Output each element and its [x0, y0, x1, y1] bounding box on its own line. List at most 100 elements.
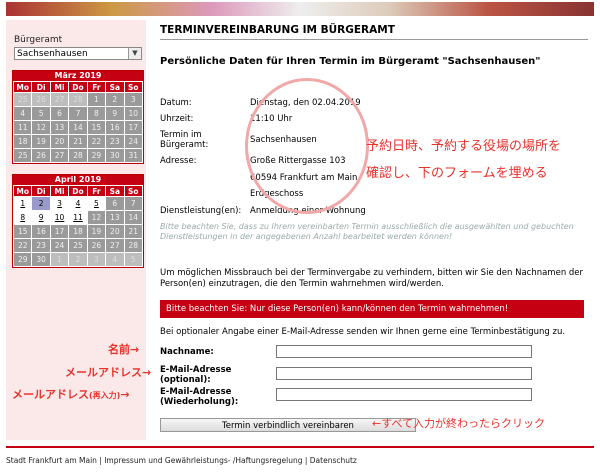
calendar-day-available[interactable]: 5: [86, 196, 107, 211]
calendar-day: 5: [31, 106, 51, 121]
header-banner-image: [6, 2, 594, 16]
calendar-day: 5: [123, 252, 144, 267]
calendar-day: 4: [12, 106, 33, 121]
calendar-day: 27: [49, 92, 70, 107]
dienstleistung-label: Dienstleistung(en):: [160, 206, 242, 216]
email-label-line2: (optional):: [160, 375, 211, 385]
annotation-email-repeat-sub: (再入力): [89, 391, 121, 400]
calendar-day: 31: [123, 148, 144, 163]
email-repeat-label-line1: E-Mail-Adresse: [160, 387, 232, 397]
day-header: Mi: [49, 81, 70, 93]
termin-label-line2: Bürgeramt:: [160, 140, 209, 150]
day-header: Fr: [86, 81, 107, 93]
calendar-day: 10: [123, 106, 144, 121]
calendar-april-grid: Mo Di Mi Do Fr Sa So 1 2 3 4 5 6 7 8 9 1…: [12, 185, 144, 267]
annotation-click: ←すべて入力が終わったらクリック: [372, 417, 546, 430]
calendar-day: 9: [105, 106, 125, 121]
calendar-day: 11: [12, 120, 33, 135]
day-header: Di: [31, 81, 51, 93]
calendar-day: 20: [105, 224, 125, 239]
day-header: Do: [68, 81, 88, 93]
calendar-day: 23: [31, 238, 51, 253]
day-header: Sa: [105, 81, 125, 93]
calendar-day-available[interactable]: 11: [68, 210, 88, 225]
calendar-day-available[interactable]: 4: [68, 196, 88, 211]
calendar-day: 15: [12, 224, 33, 239]
calendar-day: 17: [123, 120, 144, 135]
annotation-email-repeat: メールアドレス(再入力)→: [12, 386, 130, 402]
calendar-day-available[interactable]: 1: [12, 196, 33, 211]
calendar-day: 30: [31, 252, 51, 267]
calendar-day: 25: [12, 148, 33, 163]
day-header: Fr: [86, 185, 107, 197]
nachname-input[interactable]: [276, 345, 532, 358]
calendar-day: 21: [123, 224, 144, 239]
calendar-day: 30: [105, 148, 125, 163]
calendar-day: 3: [123, 92, 144, 107]
email-label-line1: E-Mail-Adresse: [160, 365, 232, 375]
calendar-day: 8: [86, 106, 107, 121]
calendar-day: 28: [123, 238, 144, 253]
calendar-day: 4: [105, 252, 125, 267]
title-divider: [160, 39, 588, 40]
annotation-email: メールアドレス→: [65, 366, 152, 379]
calendar-day-selected[interactable]: 2: [31, 196, 51, 211]
annotation-confirm-line2: 確認し、下のフォームを埋める: [366, 166, 548, 181]
day-header: So: [123, 81, 144, 93]
calendar-day: 13: [105, 210, 125, 225]
calendar-day-available[interactable]: 10: [49, 210, 70, 225]
email-input[interactable]: [276, 367, 532, 380]
calendar-day: 12: [86, 210, 107, 225]
day-header: Sa: [105, 185, 125, 197]
calendar-day: 29: [12, 252, 33, 267]
calendar-day-available[interactable]: 9: [31, 210, 51, 225]
day-header: Mo: [12, 185, 33, 197]
calendar-day: 19: [86, 224, 107, 239]
day-header: So: [123, 185, 144, 197]
buergeramt-select[interactable]: Sachsenhausen ▼: [14, 47, 142, 60]
calendar-day: 15: [86, 120, 107, 135]
buergeramt-label: Bürgeramt: [14, 35, 63, 45]
calendar-day: 18: [68, 224, 88, 239]
calendar-day: 7: [68, 106, 88, 121]
adresse-label: Adresse:: [160, 156, 197, 166]
annotation-email-repeat-main: メールアドレス: [12, 388, 89, 401]
email-repeat-input[interactable]: [276, 388, 532, 401]
calendar-day: 19: [31, 134, 51, 149]
footer-divider: [6, 446, 594, 448]
page-frame: Bürgeramt Sachsenhausen ▼ März 2019 Mo D…: [0, 0, 600, 473]
calendar-day: 17: [49, 224, 70, 239]
uhrzeit-label: Uhrzeit:: [160, 114, 194, 124]
calendar-day: 21: [68, 134, 88, 149]
calendar-day: 18: [12, 134, 33, 149]
annotation-name: 名前→: [108, 343, 140, 356]
calendar-day: 16: [105, 120, 125, 135]
calendar-day: 1: [86, 92, 107, 107]
calendar-day: 20: [49, 134, 70, 149]
calendar-day: 16: [31, 224, 51, 239]
termin-label-line1: Termin im: [160, 130, 202, 140]
missbrauch-text: Um möglichen Missbrauch bei der Terminve…: [160, 268, 584, 289]
email-repeat-label-line2: (Wiederholung):: [160, 397, 239, 407]
calendar-day-available[interactable]: 8: [12, 210, 33, 225]
calendar-day: 26: [86, 238, 107, 253]
calendar-april-title: April 2019: [13, 175, 143, 185]
footer-links[interactable]: Stadt Frankfurt am Main | Impressum und …: [6, 456, 357, 465]
calendar-april: April 2019 Mo Di Mi Do Fr Sa So 1 2 3 4 …: [12, 174, 144, 268]
nachname-label: Nachname:: [160, 347, 214, 357]
page-title: TERMINVEREINBARUNG IM BÜRGERAMT: [160, 24, 395, 36]
datum-label: Datum:: [160, 98, 192, 108]
calendar-day: 27: [105, 238, 125, 253]
calendar-day: 3: [86, 252, 107, 267]
calendar-day: 27: [49, 148, 70, 163]
calendar-day: 25: [68, 238, 88, 253]
annotation-email-repeat-arrow: →: [120, 388, 130, 401]
calendar-day-available[interactable]: 3: [49, 196, 70, 211]
calendar-day: 28: [68, 148, 88, 163]
calendar-day: 26: [31, 92, 51, 107]
calendar-day: 29: [86, 148, 107, 163]
email-info-text: Bei optionaler Angabe einer E-Mail-Adres…: [160, 327, 566, 337]
chevron-down-icon: ▼: [128, 48, 141, 59]
warning-banner: Bitte beachten Sie: Nur diese Person(en)…: [160, 300, 584, 318]
day-header: Di: [31, 185, 51, 197]
